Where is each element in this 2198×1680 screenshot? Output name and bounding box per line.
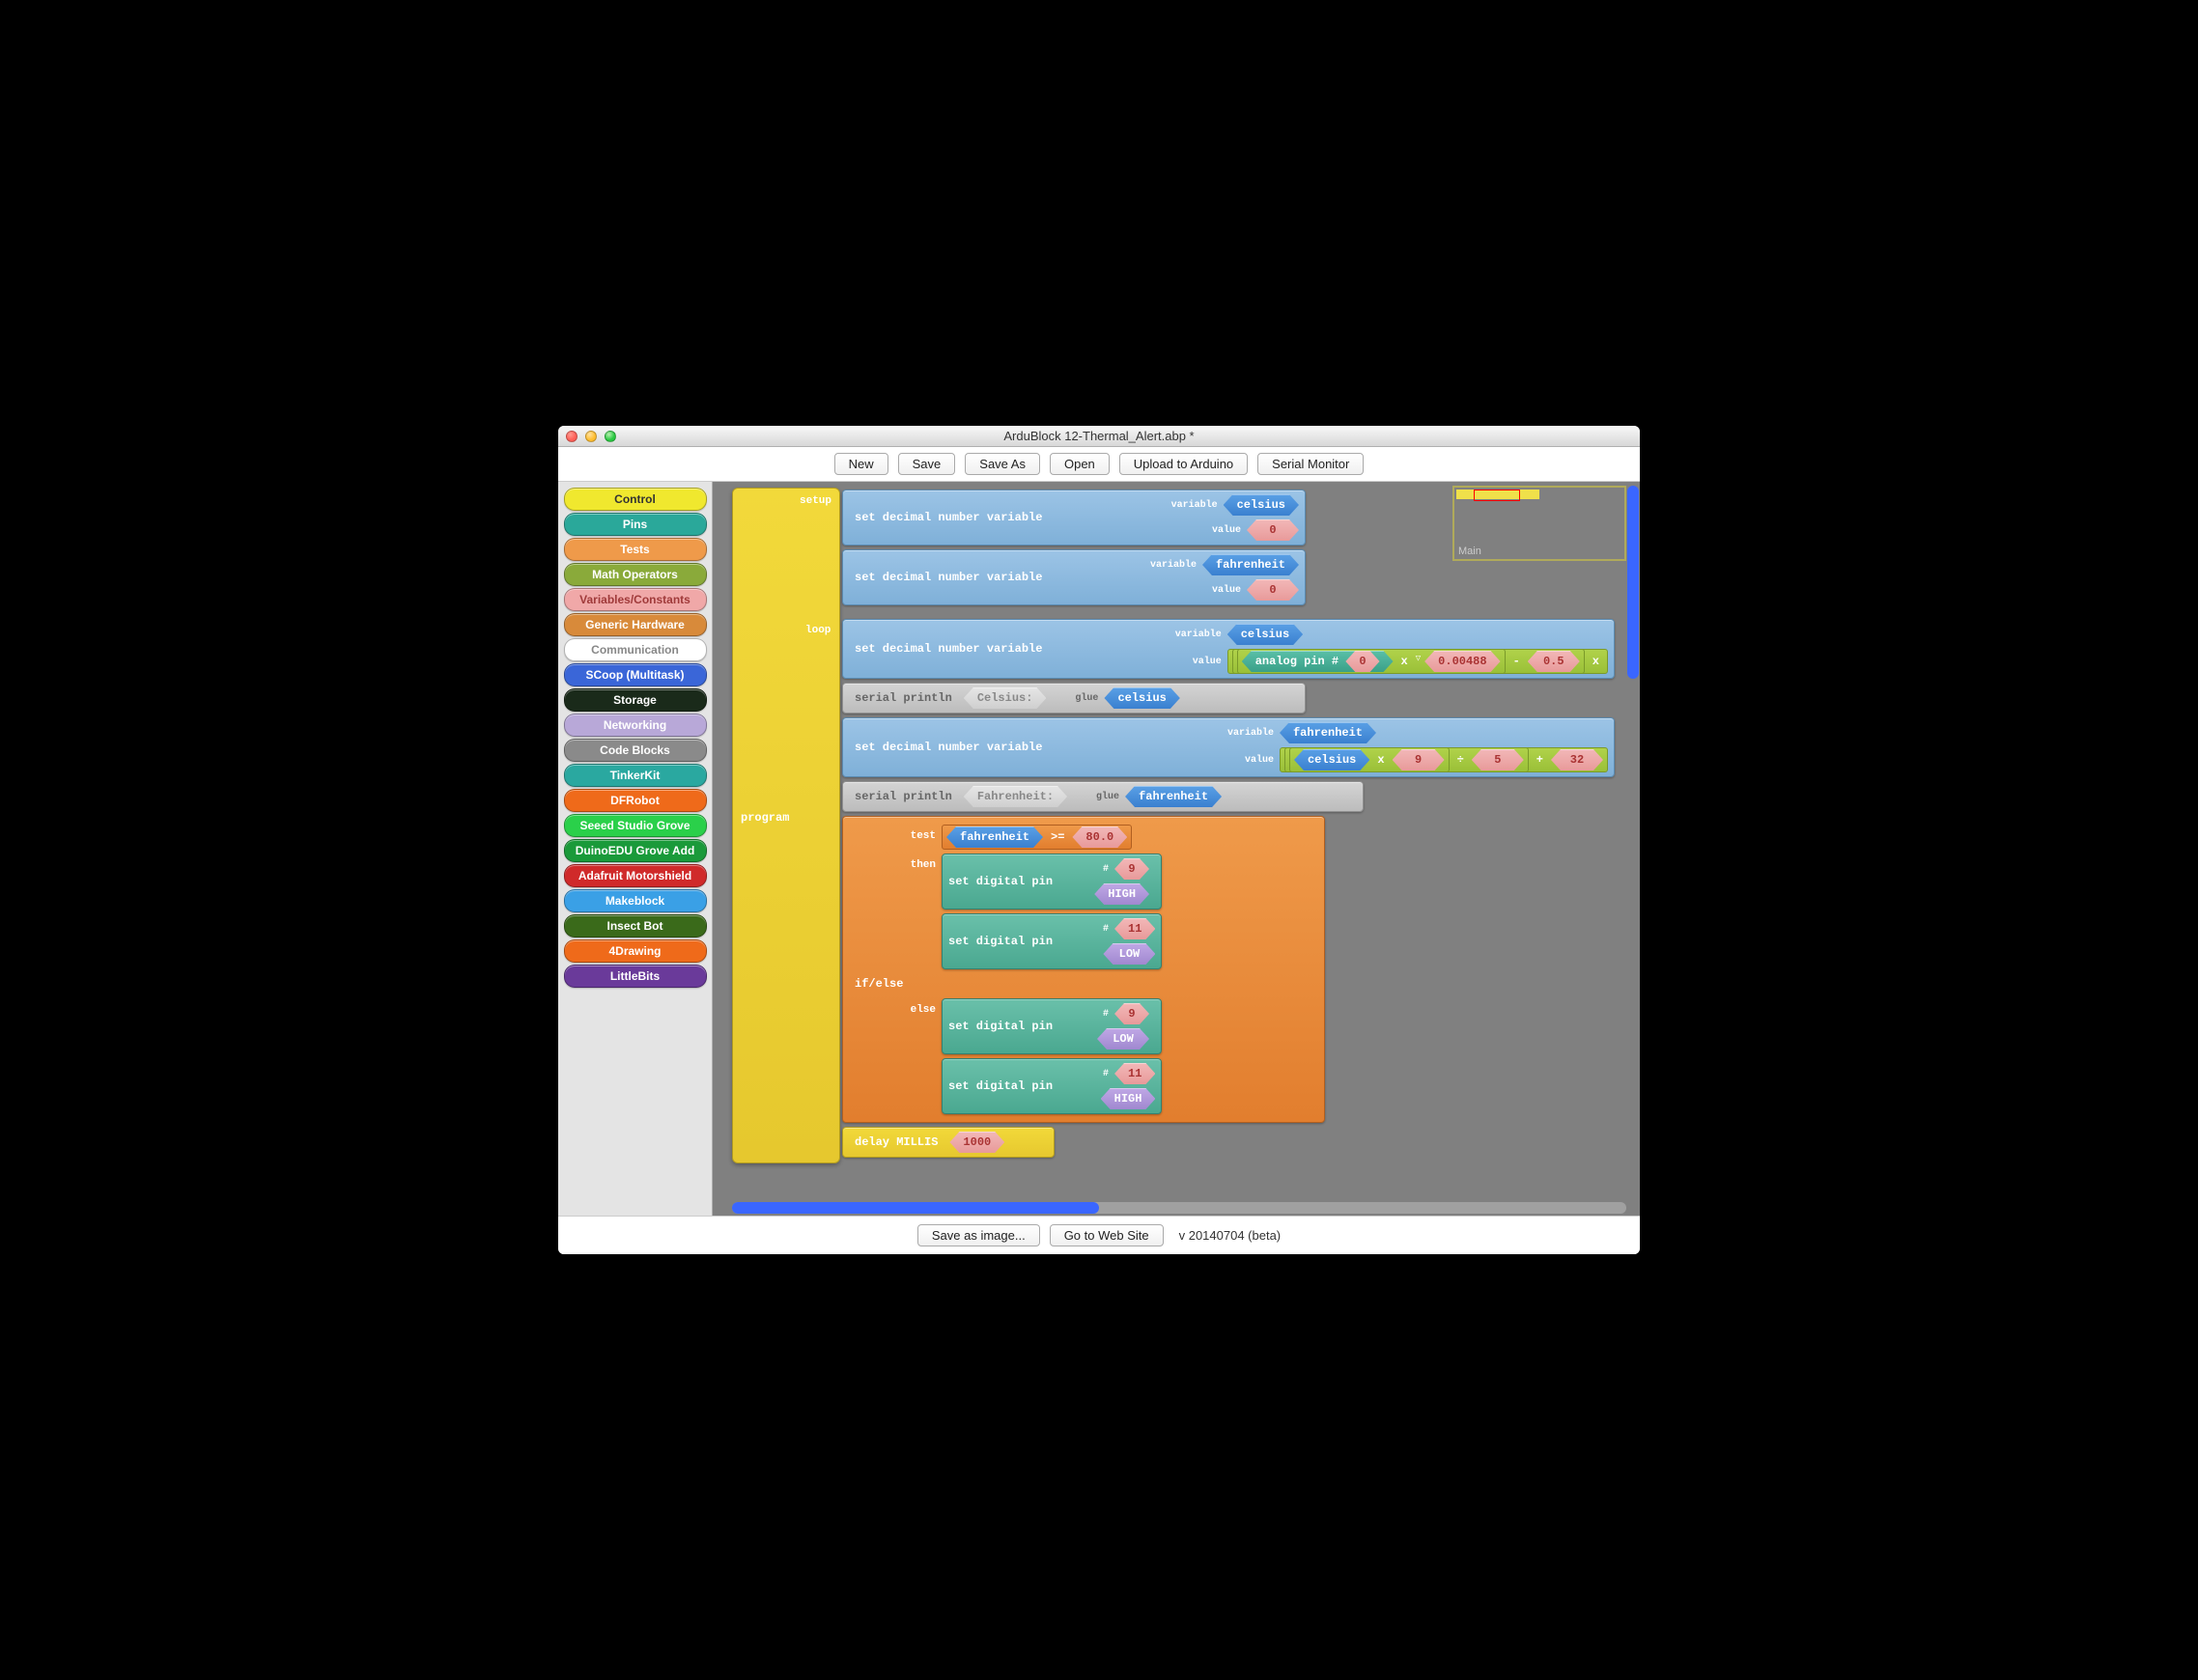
pin-11b[interactable]: 11	[1114, 1063, 1155, 1084]
analog-pin-block[interactable]: analog pin # 0	[1242, 651, 1394, 672]
var-celsius[interactable]: celsius	[1227, 624, 1303, 645]
palette-category-tinkerkit[interactable]: TinkerKit	[564, 764, 707, 787]
serial-println-celsius[interactable]: serial println Celsius: glue celsius	[842, 683, 1306, 714]
pin-0[interactable]: 0	[1345, 651, 1379, 672]
palette-category-tests[interactable]: Tests	[564, 538, 707, 561]
palette-category-scoop-multitask-[interactable]: SCoop (Multitask)	[564, 663, 707, 686]
test-expr[interactable]: fahrenheit >= 80.0	[942, 825, 1132, 850]
serial-println-fahrenheit[interactable]: serial println Fahrenheit: glue fahrenhe…	[842, 781, 1364, 812]
palette-category-code-blocks[interactable]: Code Blocks	[564, 739, 707, 762]
palette-category-communication[interactable]: Communication	[564, 638, 707, 661]
pin-9[interactable]: 9	[1114, 858, 1149, 880]
titlebar[interactable]: ArduBlock 12-Thermal_Alert.abp *	[558, 426, 1640, 447]
new-button[interactable]: New	[834, 453, 888, 475]
val-low[interactable]: LOW	[1103, 943, 1155, 965]
set-dec-var-fahrenheit-setup[interactable]: set decimal number variable variablefahr…	[842, 549, 1306, 605]
palette-category-insect-bot[interactable]: Insect Bot	[564, 914, 707, 938]
program-label: program	[741, 811, 831, 825]
set-digital-pin-9-high[interactable]: set digital pin #9 HIGH	[942, 854, 1162, 910]
expr-f-inner[interactable]: celsius x 9 ÷ 5	[1284, 747, 1529, 772]
setup-label: setup	[800, 495, 831, 507]
celsius-in-expr[interactable]: celsius	[1294, 749, 1369, 770]
set-dec-var-celsius-loop[interactable]: set decimal number variable variablecels…	[842, 619, 1615, 679]
var-fahrenheit[interactable]: fahrenheit	[1280, 722, 1376, 743]
canvas[interactable]: program setup set decimal number variabl…	[713, 482, 1640, 1216]
palette-category-seeed-studio-grove[interactable]: Seeed Studio Grove	[564, 814, 707, 837]
five[interactable]: 5	[1472, 749, 1524, 770]
expr-celsius[interactable]: analog pin # 0 x▽ 0.00488 - 0.5 x	[1227, 649, 1608, 674]
app-window: ArduBlock 12-Thermal_Alert.abp * New Sav…	[558, 426, 1640, 1254]
expr-f-inner2[interactable]: celsius x 9	[1289, 747, 1450, 772]
go-to-website-button[interactable]: Go to Web Site	[1050, 1224, 1164, 1246]
serial-monitor-button[interactable]: Serial Monitor	[1257, 453, 1364, 475]
minimap[interactable]: Main	[1452, 486, 1626, 561]
close-icon[interactable]	[566, 431, 578, 442]
palette-category-pins[interactable]: Pins	[564, 513, 707, 536]
eighty[interactable]: 80.0	[1072, 826, 1127, 848]
save-as-button[interactable]: Save As	[965, 453, 1040, 475]
nine[interactable]: 9	[1393, 749, 1445, 770]
loop-label: loop	[805, 625, 831, 636]
coef[interactable]: 0.00488	[1424, 651, 1500, 672]
horizontal-scrollbar[interactable]	[732, 1202, 1626, 1214]
expr-fahrenheit[interactable]: celsius x 9 ÷ 5 + 32	[1280, 747, 1608, 772]
upload-button[interactable]: Upload to Arduino	[1119, 453, 1248, 475]
var-fahrenheit[interactable]: fahrenheit	[1202, 554, 1299, 575]
val-low-b[interactable]: LOW	[1097, 1028, 1149, 1050]
test-var[interactable]: fahrenheit	[946, 826, 1043, 848]
save-as-image-button[interactable]: Save as image...	[917, 1224, 1040, 1246]
minimap-label: Main	[1458, 546, 1481, 557]
palette-category-adafruit-motorshield[interactable]: Adafruit Motorshield	[564, 864, 707, 887]
palette-category-makeblock[interactable]: Makeblock	[564, 889, 707, 912]
palette-category-variables-constants[interactable]: Variables/Constants	[564, 588, 707, 611]
zoom-icon[interactable]	[605, 431, 616, 442]
var-celsius[interactable]: celsius	[1224, 494, 1299, 516]
program-block[interactable]: program	[732, 488, 840, 1163]
palette-category-math-operators[interactable]: Math Operators	[564, 563, 707, 586]
save-button[interactable]: Save	[898, 453, 956, 475]
palette-category-4drawing[interactable]: 4Drawing	[564, 939, 707, 963]
palette-category-dfrobot[interactable]: DFRobot	[564, 789, 707, 812]
set-digital-pin-11-high[interactable]: set digital pin #11 HIGH	[942, 1058, 1162, 1114]
value-0[interactable]: 0	[1247, 579, 1299, 601]
if-else-block[interactable]: test fahrenheit >= 80.0 then set	[842, 816, 1325, 1123]
set-dec-var-celsius-setup[interactable]: set decimal number variable variablecels…	[842, 490, 1306, 546]
ifelse-label: if/else	[849, 973, 1318, 994]
delay-value[interactable]: 1000	[949, 1132, 1004, 1153]
block-palette: ControlPinsTestsMath OperatorsVariables/…	[558, 482, 713, 1216]
palette-category-networking[interactable]: Networking	[564, 714, 707, 737]
glue-fahrenheit[interactable]: fahrenheit	[1125, 786, 1222, 807]
palette-category-duinoedu-grove-add[interactable]: DuinoEDU Grove Add	[564, 839, 707, 862]
footer: Save as image... Go to Web Site v 201407…	[558, 1216, 1640, 1254]
pin-11[interactable]: 11	[1114, 918, 1155, 939]
msg-celsius[interactable]: Celsius:	[964, 687, 1047, 709]
palette-category-generic-hardware[interactable]: Generic Hardware	[564, 613, 707, 636]
pin-9b[interactable]: 9	[1114, 1003, 1149, 1024]
window-title: ArduBlock 12-Thermal_Alert.abp *	[558, 429, 1640, 443]
version-label: v 20140704 (beta)	[1179, 1228, 1282, 1243]
palette-category-control[interactable]: Control	[564, 488, 707, 511]
palette-category-littlebits[interactable]: LittleBits	[564, 965, 707, 988]
thirtytwo[interactable]: 32	[1551, 749, 1603, 770]
glue-celsius[interactable]: celsius	[1104, 687, 1179, 709]
value-0[interactable]: 0	[1247, 519, 1299, 541]
palette-category-storage[interactable]: Storage	[564, 688, 707, 712]
set-digital-pin-11-low[interactable]: set digital pin #11 LOW	[942, 913, 1162, 969]
delay-block[interactable]: delay MILLIS 1000	[842, 1127, 1055, 1158]
set-digital-pin-9-low[interactable]: set digital pin #9 LOW	[942, 998, 1162, 1054]
expr-inner1[interactable]: analog pin # 0 x▽ 0.00488 - 0.5	[1232, 649, 1585, 674]
half[interactable]: 0.5	[1528, 651, 1580, 672]
window-controls	[566, 431, 616, 442]
set-dec-var-fahrenheit-loop[interactable]: set decimal number variable variablefahr…	[842, 717, 1615, 777]
vertical-scrollbar[interactable]	[1626, 482, 1640, 1216]
toolbar: New Save Save As Open Upload to Arduino …	[558, 447, 1640, 482]
val-high[interactable]: HIGH	[1094, 883, 1149, 905]
minimize-icon[interactable]	[585, 431, 597, 442]
msg-fahrenheit[interactable]: Fahrenheit:	[964, 786, 1067, 807]
expr-inner2[interactable]: analog pin # 0 x▽ 0.00488	[1237, 649, 1506, 674]
val-high-b[interactable]: HIGH	[1101, 1088, 1156, 1109]
open-button[interactable]: Open	[1050, 453, 1110, 475]
